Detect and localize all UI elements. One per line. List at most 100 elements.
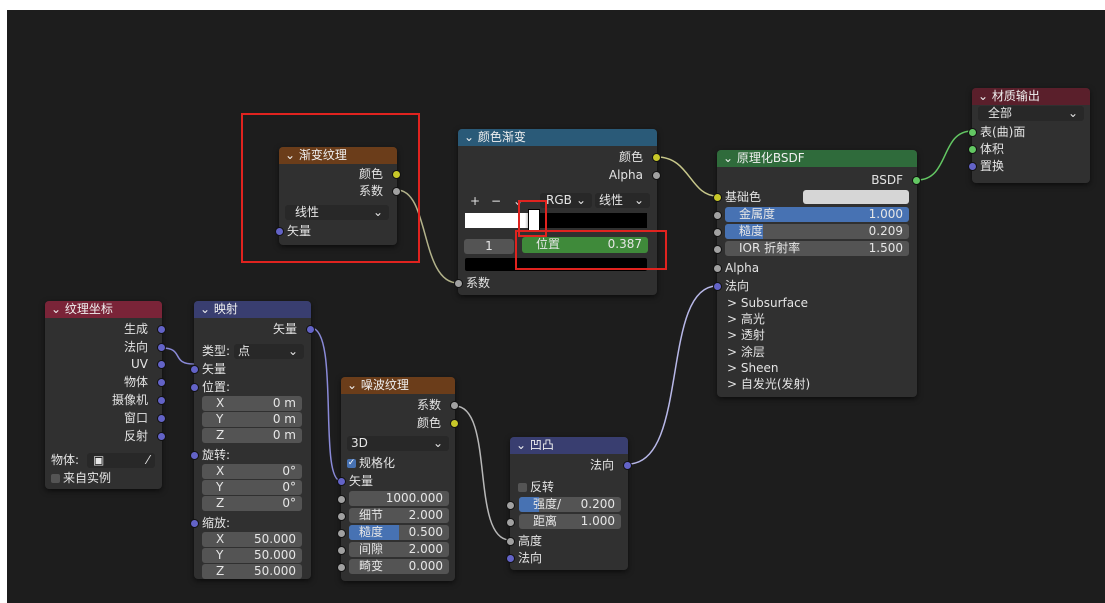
mapping-type-dropdown[interactable]: 点 ⌄ [234, 344, 304, 359]
checkbox-icon[interactable] [51, 474, 60, 483]
chevron-down-icon[interactable]: ⌄ [723, 151, 733, 165]
node-header[interactable]: ⌄ 映射 [194, 301, 311, 318]
socket-input-scale[interactable] [337, 495, 346, 504]
socket-input-rotation[interactable] [190, 451, 199, 460]
interpolation-dropdown[interactable]: 线性 ⌄ [595, 193, 650, 208]
target-dropdown[interactable]: 全部 ⌄ [978, 106, 1084, 121]
distance-field[interactable]: 距离 1.000 [519, 514, 621, 529]
rotation-y[interactable]: Y 0° [202, 480, 302, 495]
chevron-down-icon[interactable]: ⌄ [51, 302, 61, 316]
node-header[interactable]: ⌄ 原理化BSDF [717, 150, 917, 167]
distortion-field[interactable]: 畸变 0.000 [349, 559, 449, 574]
node-color-ramp[interactable]: ⌄ 颜色渐变 颜色 Alpha + − ⌄ RGB ⌄ 线性 ⌄ 1 位置 0.38… [454, 129, 661, 295]
socket-input-displacement[interactable] [968, 162, 977, 171]
normalize-checkbox[interactable]: ✓ 规格化 [347, 455, 395, 471]
socket-output-generated[interactable] [157, 325, 166, 334]
socket-output-fac[interactable] [450, 401, 459, 410]
node-material-output[interactable]: ⌄ 材质输出 全部 ⌄ 表(曲)面 体积 置换 [968, 88, 1090, 183]
checkbox-icon[interactable] [518, 483, 527, 492]
add-stop-button[interactable]: + [470, 193, 480, 209]
panel-specular[interactable]: > 高光 [727, 311, 765, 327]
color-ramp-gradient[interactable] [465, 213, 647, 228]
socket-input-surface[interactable] [968, 128, 977, 137]
node-header[interactable]: ⌄ 纹理坐标 [45, 301, 162, 318]
scale-field[interactable]: 1000.000 [349, 491, 449, 506]
socket-input-height[interactable] [506, 537, 515, 546]
node-header[interactable]: ⌄ 颜色渐变 [458, 129, 657, 146]
socket-output-normal[interactable] [157, 343, 166, 352]
from-instancer-checkbox[interactable]: 来自实例 [51, 470, 111, 486]
lacunarity-field[interactable]: 间隙 2.000 [349, 542, 449, 557]
socket-input-scale[interactable] [190, 519, 199, 528]
node-bump[interactable]: ⌄ 凹凸 法向 反转 强度/0.200 距离 1.000 高度 法向 [506, 437, 632, 570]
location-x[interactable]: X0 m [202, 396, 302, 411]
active-stop-index[interactable]: 1 [464, 239, 514, 254]
dimensions-dropdown[interactable]: 3D ⌄ [347, 436, 449, 451]
object-picker[interactable]: ▣ ⁄ [87, 453, 155, 468]
node-header[interactable]: ⌄ 凹凸 [510, 437, 628, 454]
panel-subsurface[interactable]: > Subsurface [727, 295, 808, 311]
socket-input-vector[interactable] [190, 365, 199, 374]
socket-output-color[interactable] [652, 153, 661, 162]
chevron-down-icon[interactable]: ⌄ [200, 302, 210, 316]
socket-input-strength[interactable] [506, 501, 515, 510]
scale-y[interactable]: Y 50.000 [202, 548, 302, 563]
location-z[interactable]: Z0 m [202, 428, 302, 443]
node-header[interactable]: ⌄ 材质输出 [972, 88, 1090, 105]
socket-output-object[interactable] [157, 378, 166, 387]
socket-input-alpha[interactable] [713, 264, 722, 273]
panel-sheen[interactable]: > Sheen [727, 360, 778, 376]
socket-output-camera[interactable] [157, 396, 166, 405]
scale-x[interactable]: X 50.000 [202, 532, 302, 547]
chevron-down-icon[interactable]: ⌄ [347, 378, 357, 392]
socket-input-ior[interactable] [713, 245, 722, 254]
socket-output-vector[interactable] [306, 325, 315, 334]
roughness-field[interactable]: 糙度 0.500 [349, 525, 449, 540]
node-texture-coordinate[interactable]: ⌄ 纹理坐标 生成 法向 UV 物体 摄像机 窗口 反射 物体: ▣ ⁄ 来自实… [45, 301, 166, 489]
eyedropper-icon[interactable]: ⁄ [147, 453, 149, 468]
invert-checkbox[interactable]: 反转 [518, 479, 554, 495]
socket-output-normal[interactable] [623, 461, 632, 470]
rotation-x[interactable]: X 0° [202, 464, 302, 479]
location-y[interactable]: Y0 m [202, 412, 302, 427]
socket-input-distortion[interactable] [337, 563, 346, 572]
node-noise-texture[interactable]: ⌄ 噪波纹理 系数 颜色 3D ⌄ ✓ 规格化 矢量 1000.000 细节 2.00… [337, 377, 459, 581]
panel-transmission[interactable]: > 透射 [727, 327, 765, 343]
chevron-down-icon[interactable]: ⌄ [464, 130, 474, 144]
socket-input-detail[interactable] [337, 512, 346, 521]
rotation-z[interactable]: Z 0° [202, 496, 302, 511]
node-header[interactable]: ⌄ 噪波纹理 [341, 377, 455, 394]
socket-output-bsdf[interactable] [912, 176, 921, 185]
socket-input-fac[interactable] [454, 279, 463, 288]
socket-output-reflection[interactable] [157, 432, 166, 441]
roughness-field[interactable]: 糙度 0.209 [725, 224, 909, 239]
base-color-swatch[interactable] [803, 190, 909, 204]
node-mapping[interactable]: ⌄ 映射 矢量 类型: 点 ⌄ 矢量 位置: X0 m Y0 m Z0 m 旋转:… [190, 301, 315, 579]
remove-stop-button[interactable]: − [491, 193, 501, 209]
panel-coat[interactable]: > 涂层 [727, 344, 765, 360]
socket-input-base-color[interactable] [713, 193, 722, 202]
socket-output-color[interactable] [450, 419, 459, 428]
node-principled-bsdf[interactable]: ⌄ 原理化BSDF BSDF 基础色 金属度 1.000 糙度 0.209 IOR … [713, 150, 921, 397]
socket-output-uv[interactable] [157, 360, 166, 369]
socket-output-alpha[interactable] [652, 171, 661, 180]
scale-z[interactable]: Z 50.000 [202, 564, 302, 579]
chevron-down-icon[interactable]: ⌄ [978, 89, 988, 103]
detail-field[interactable]: 细节 2.000 [349, 508, 449, 523]
strength-field[interactable]: 强度/0.200 [519, 497, 621, 512]
socket-input-normal[interactable] [506, 554, 515, 563]
checkmark-icon[interactable]: ✓ [347, 459, 356, 468]
socket-input-roughness[interactable] [337, 529, 346, 538]
socket-input-lacunarity[interactable] [337, 546, 346, 555]
color-mode-dropdown[interactable]: RGB ⌄ [540, 193, 592, 208]
socket-input-normal[interactable] [713, 282, 722, 291]
metallic-field[interactable]: 金属度 1.000 [725, 207, 909, 222]
socket-input-vector[interactable] [337, 477, 346, 486]
socket-input-roughness[interactable] [713, 228, 722, 237]
socket-input-location[interactable] [190, 383, 199, 392]
ior-field[interactable]: IOR 折射率 1.500 [725, 241, 909, 256]
socket-input-metallic[interactable] [713, 211, 722, 220]
chevron-down-icon[interactable]: ⌄ [516, 438, 526, 452]
panel-emission[interactable]: > 自发光(发射) [727, 376, 810, 392]
socket-output-window[interactable] [157, 414, 166, 423]
